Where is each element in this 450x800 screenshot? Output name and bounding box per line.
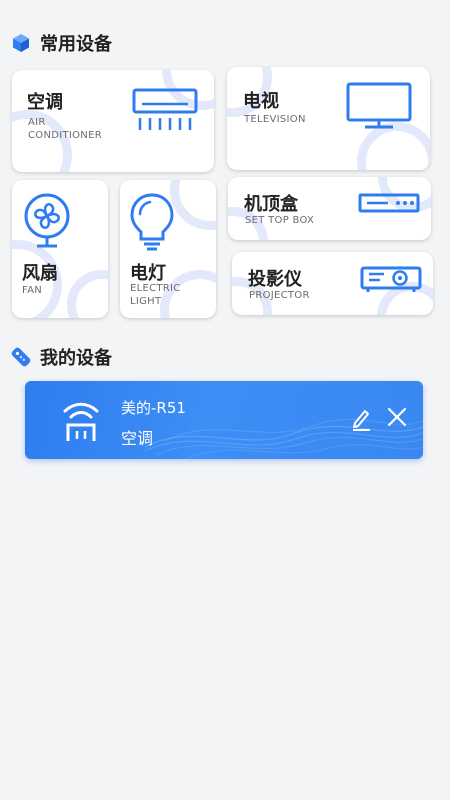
card-title: 风扇 (22, 263, 58, 284)
my-device-card[interactable]: 美的-R51 空调 (25, 381, 423, 459)
device-card-electric-light[interactable]: 电灯 ELECTRIC LIGHT (120, 180, 216, 318)
my-devices-header: 我的设备 (10, 344, 112, 370)
card-title: 空调 (27, 92, 63, 113)
device-card-television[interactable]: 电视 TELEVISION (227, 67, 430, 170)
my-devices-title: 我的设备 (40, 348, 112, 369)
close-icon[interactable] (387, 407, 407, 427)
card-title: 投影仪 (248, 269, 302, 290)
device-card-air-conditioner[interactable]: 空调 AIR CONDITIONER (12, 70, 214, 172)
light-bulb-icon (130, 193, 174, 251)
device-card-set-top-box[interactable]: 机顶盒 SET TOP BOX (228, 177, 431, 240)
common-devices-header: 常用设备 (10, 30, 112, 56)
television-icon (346, 82, 412, 129)
wifi-signal-icon (63, 402, 99, 441)
my-device-name: 美的-R51 (121, 399, 186, 417)
card-subtitle: TELEVISION (244, 114, 306, 125)
card-subtitle-line2: CONDITIONER (28, 130, 102, 141)
pencil-icon[interactable] (350, 407, 372, 431)
card-title: 机顶盒 (244, 194, 298, 215)
card-subtitle-line1: ELECTRIC (130, 283, 181, 294)
my-device-type: 空调 (121, 429, 154, 448)
card-subtitle-line2: LIGHT (130, 296, 162, 307)
fan-icon (24, 193, 70, 248)
set-top-box-icon (358, 193, 420, 213)
device-card-fan[interactable]: 风扇 FAN (12, 180, 108, 318)
card-subtitle-line1: AIR (28, 117, 46, 128)
card-title: 电视 (243, 91, 279, 112)
card-subtitle: SET TOP BOX (245, 215, 315, 226)
card-subtitle: FAN (22, 285, 43, 296)
cube-icon (13, 34, 29, 52)
device-card-projector[interactable]: 投影仪 PROJECTOR (232, 252, 433, 315)
air-conditioner-icon (132, 88, 198, 130)
card-subtitle: PROJECTOR (249, 290, 310, 301)
projector-icon (360, 266, 422, 292)
remote-control-icon (11, 347, 31, 367)
common-devices-title: 常用设备 (40, 34, 112, 55)
